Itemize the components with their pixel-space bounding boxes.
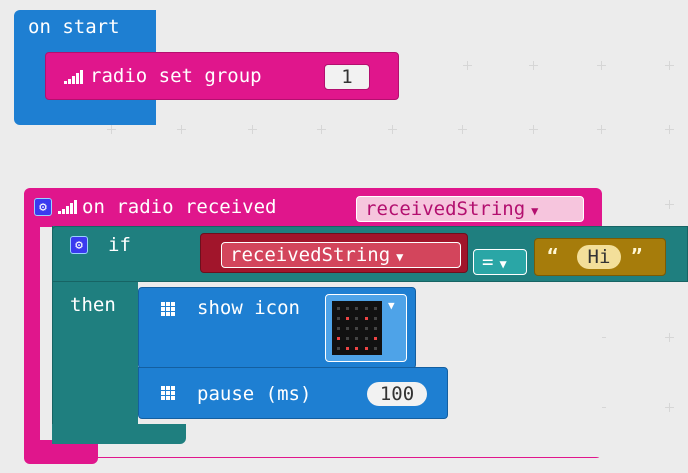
string-value-input[interactable]: Hi <box>577 245 621 269</box>
if-block-foot <box>52 424 186 444</box>
grid-mark <box>107 125 116 134</box>
on-start-label: on start <box>28 16 120 38</box>
radio-set-group-label: radio set group <box>90 65 262 87</box>
grid-mark <box>177 125 186 134</box>
grid-mark <box>665 403 674 412</box>
led-grid-icon <box>161 386 176 401</box>
grid-mark <box>388 125 397 134</box>
grid-mark <box>665 333 674 342</box>
variable-name: receivedString <box>230 244 391 266</box>
show-icon-label: show icon <box>197 297 300 319</box>
received-string-dropdown[interactable]: receivedString ▼ <box>356 196 584 222</box>
show-icon-block[interactable]: show icon ▼ <box>138 287 416 369</box>
grid-mark <box>248 125 257 134</box>
if-label: if <box>108 234 131 256</box>
led-grid-icon <box>161 302 176 317</box>
grid-mark <box>665 61 674 70</box>
chevron-down-icon: ▼ <box>396 250 404 264</box>
pause-label: pause (ms) <box>197 383 312 405</box>
on-radio-received-label: on radio received <box>82 196 277 218</box>
grid-mark <box>597 125 606 134</box>
grid-mark <box>597 61 606 70</box>
received-string-variable-dropdown[interactable]: receivedString ▼ <box>221 242 461 268</box>
pause-block[interactable]: pause (ms) 100 <box>138 367 448 419</box>
gear-icon[interactable]: ⚙ <box>34 198 52 216</box>
grid-mark <box>458 125 467 134</box>
grid-mark <box>463 61 472 70</box>
radio-set-group-block[interactable]: radio set group 1 <box>45 52 399 100</box>
then-label: then <box>70 294 116 316</box>
grid-mark <box>665 125 674 134</box>
pause-duration-input[interactable]: 100 <box>367 382 427 406</box>
operator-value: = <box>482 251 494 273</box>
open-quote: “ <box>547 245 559 267</box>
signal-bars-icon <box>64 68 86 86</box>
led-icon-preview <box>332 301 382 355</box>
chevron-down-icon: ▼ <box>388 299 395 312</box>
group-number-input[interactable]: 1 <box>324 64 370 90</box>
pause-duration-value: 100 <box>379 383 415 405</box>
compare-left-block[interactable]: receivedString ▼ <box>200 233 468 273</box>
gear-icon[interactable]: ⚙ <box>70 236 88 254</box>
string-value: Hi <box>587 246 611 268</box>
grid-mark <box>665 200 674 209</box>
grid-mark <box>529 125 538 134</box>
string-block[interactable]: “ Hi ” <box>534 238 666 276</box>
chevron-down-icon: ▼ <box>531 204 539 218</box>
group-number-value: 1 <box>341 66 353 88</box>
close-quote: ” <box>631 245 643 267</box>
icon-picker[interactable]: ▼ <box>325 294 407 362</box>
signal-bars-icon <box>58 198 80 216</box>
chevron-down-icon: ▼ <box>499 257 507 271</box>
grid-mark <box>317 125 326 134</box>
received-string-param: receivedString <box>365 198 526 220</box>
operator-dropdown[interactable]: = ▼ <box>473 249 527 275</box>
grid-mark <box>529 61 538 70</box>
